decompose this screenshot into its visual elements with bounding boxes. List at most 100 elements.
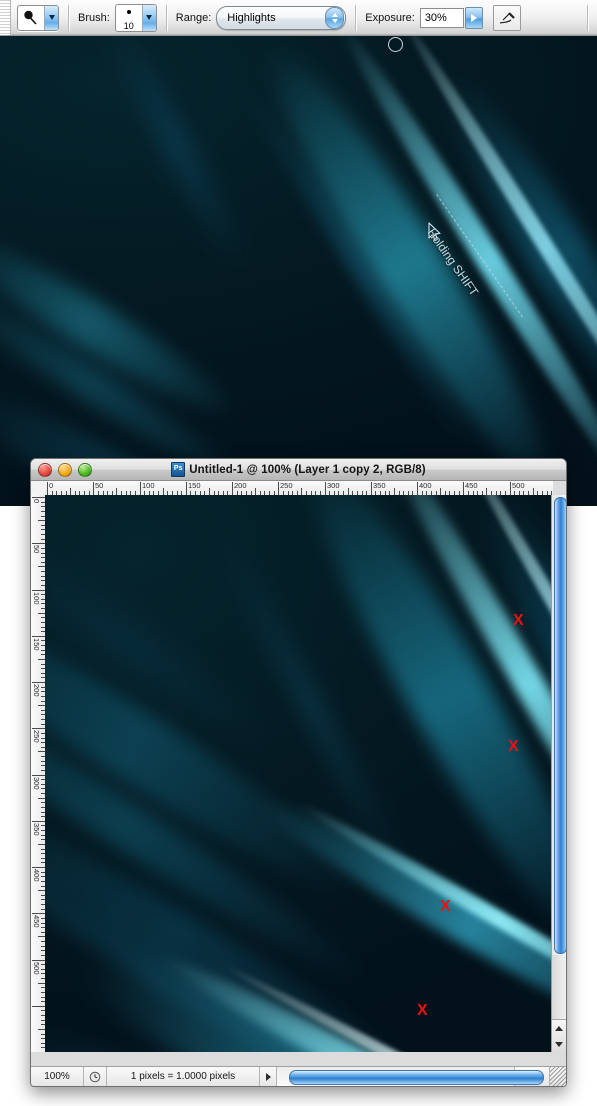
ruler-tick <box>38 520 45 521</box>
ruler-tick <box>510 482 511 495</box>
divider <box>587 5 588 31</box>
ruler-tick <box>32 590 45 591</box>
ruler-tick <box>486 488 487 495</box>
window-title: Ps Untitled-1 @ 100% (Layer 1 copy 2, RG… <box>31 462 566 477</box>
ruler-tick <box>32 1006 45 1007</box>
ruler-label: 500 <box>32 962 40 975</box>
vertical-scroll-arrows[interactable] <box>552 1019 566 1052</box>
brush-preview: 10 <box>116 5 142 31</box>
ruler-label: 500 <box>512 482 525 490</box>
ruler-label: 400 <box>419 482 432 490</box>
ruler-label: 50 <box>32 545 40 553</box>
vertical-scroll-track[interactable] <box>552 955 566 1020</box>
resize-grip[interactable] <box>549 1067 566 1086</box>
ruler-tick <box>32 867 45 868</box>
ruler-tick <box>32 913 45 914</box>
x-mark: X <box>417 1003 428 1019</box>
ruler-tick <box>394 488 395 495</box>
options-bar-grip[interactable] <box>0 0 11 35</box>
vertical-scrollbar[interactable] <box>551 495 566 1052</box>
window-titlebar[interactable]: Ps Untitled-1 @ 100% (Layer 1 copy 2, RG… <box>31 459 566 481</box>
dodge-tool-icon <box>18 10 44 26</box>
ruler-label: 300 <box>327 482 340 490</box>
ruler-label: 400 <box>32 869 40 882</box>
ruler-label: 150 <box>188 482 201 490</box>
ruler-tick <box>38 890 45 891</box>
scroll-down-arrow-icon[interactable] <box>552 1036 566 1052</box>
chevron-updown-icon[interactable] <box>325 7 344 29</box>
ruler-label: 250 <box>280 482 293 490</box>
ruler-label: 450 <box>32 915 40 928</box>
ruler-tick <box>232 482 233 495</box>
ruler-label: 100 <box>142 482 155 490</box>
brush-picker[interactable]: 10 <box>115 4 157 32</box>
ruler-tick <box>38 705 45 706</box>
brush-tip-dot <box>127 10 131 14</box>
divider <box>166 5 167 31</box>
ruler-label: 0 <box>32 499 40 503</box>
artwork-document: X X X X <box>45 495 553 1052</box>
status-popup-button[interactable] <box>260 1067 277 1086</box>
ruler-label: 150 <box>32 638 40 651</box>
ruler-tick <box>93 482 94 495</box>
ruler-label: 300 <box>32 777 40 790</box>
ruler-tick <box>255 488 256 495</box>
horizontal-ruler[interactable]: 050100150200250300350400450500 <box>45 481 553 496</box>
tool-preset-picker[interactable] <box>17 5 59 31</box>
ruler-tick <box>533 488 534 495</box>
exposure-popup-button[interactable] <box>465 7 483 29</box>
ruler-label: 350 <box>373 482 386 490</box>
brush-size-value: 10 <box>116 21 142 31</box>
ruler-tick <box>32 497 45 498</box>
ruler-tick <box>38 566 45 567</box>
ruler-tick <box>32 821 45 822</box>
ruler-tick <box>348 488 349 495</box>
ruler-tick <box>417 482 418 495</box>
ruler-tick <box>116 488 117 495</box>
tool-preset-popup-button[interactable] <box>44 6 58 30</box>
divider <box>355 5 356 31</box>
ruler-label: 50 <box>95 482 103 490</box>
airbrush-icon[interactable] <box>493 5 521 31</box>
window-title-text: Untitled-1 @ 100% (Layer 1 copy 2, RGB/8… <box>189 464 425 476</box>
photoshop-document-icon: Ps <box>171 462 185 477</box>
clock-icon[interactable] <box>84 1067 107 1086</box>
range-selected-value: Highlights <box>227 12 319 24</box>
range-select[interactable]: Highlights <box>216 6 346 30</box>
vertical-ruler[interactable]: 050100150200250300350400450500 <box>31 495 46 1052</box>
horizontal-scroll-thumb[interactable] <box>289 1070 544 1085</box>
ruler-label: 200 <box>234 482 247 490</box>
artwork-top: Holding SHIFT <box>0 36 597 506</box>
ruler-tick <box>38 1029 45 1030</box>
exposure-input[interactable]: 30% <box>420 8 464 28</box>
divider <box>68 5 69 31</box>
ruler-tick <box>278 482 279 495</box>
brush-popup-button[interactable] <box>142 5 156 31</box>
x-mark: X <box>508 739 519 755</box>
ruler-tick <box>325 482 326 495</box>
x-mark: X <box>440 899 451 915</box>
horizontal-scrollbar[interactable] <box>277 1067 514 1086</box>
ruler-tick <box>440 488 441 495</box>
ruler-label: 250 <box>32 730 40 743</box>
vertical-scroll-thumb[interactable] <box>554 497 567 954</box>
ruler-origin-corner[interactable] <box>31 481 46 496</box>
ruler-label: 450 <box>465 482 478 490</box>
ruler-tick <box>32 728 45 729</box>
ruler-label: 350 <box>32 823 40 836</box>
document-window[interactable]: Ps Untitled-1 @ 100% (Layer 1 copy 2, RG… <box>30 458 567 1087</box>
x-mark: X <box>513 613 524 629</box>
ruler-tick <box>140 482 141 495</box>
ruler-tick <box>371 482 372 495</box>
brush-circle-cursor <box>388 37 403 52</box>
ruler-tick <box>47 482 48 495</box>
status-info-text: 1 pixels = 1.0000 pixels <box>107 1067 260 1086</box>
photoshop-canvas-backdrop: Holding SHIFT <box>0 36 597 506</box>
scroll-up-arrow-icon[interactable] <box>552 1020 566 1036</box>
ruler-tick <box>186 482 187 495</box>
ruler-tick <box>32 543 45 544</box>
ruler-tick <box>301 488 302 495</box>
zoom-level-field[interactable]: 100% <box>31 1067 84 1086</box>
ruler-tick <box>38 983 45 984</box>
image-canvas[interactable]: X X X X <box>45 495 553 1052</box>
